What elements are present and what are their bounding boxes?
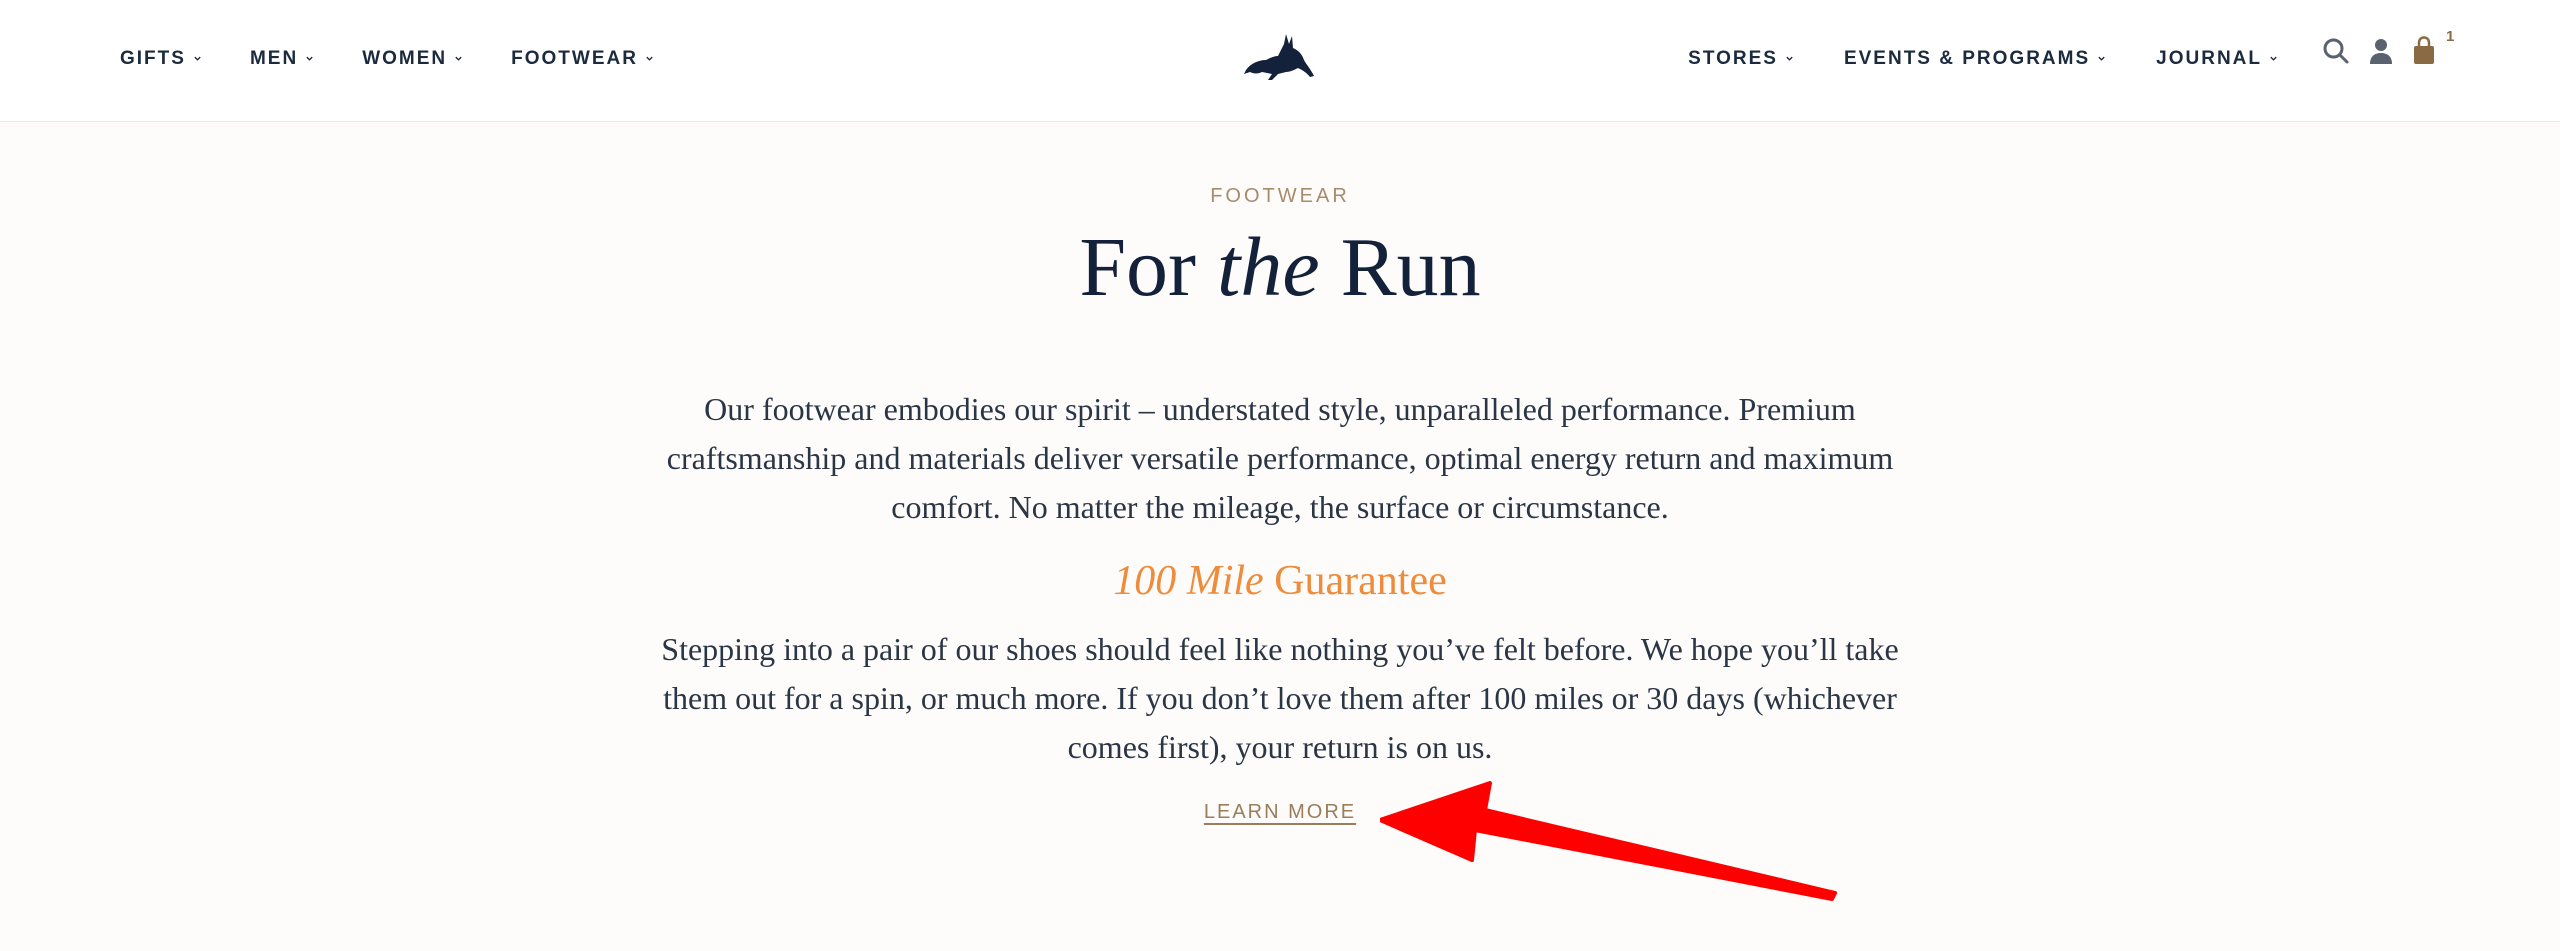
title-italic: the	[1217, 221, 1320, 314]
nav-journal-label: JOURNAL	[2156, 47, 2262, 69]
nav-stores[interactable]: STORES	[1688, 48, 1794, 70]
search-icon[interactable]	[2322, 37, 2350, 70]
chevron-down-icon	[646, 56, 653, 61]
title-part-1: For	[1079, 221, 1218, 314]
annotation-arrow-icon	[1380, 781, 1837, 901]
cart-count-badge: 1	[2446, 28, 2455, 45]
title-part-2: Run	[1319, 221, 1481, 314]
primary-nav-right: STORES EVENTS & PROGRAMS JOURNAL	[1688, 0, 2278, 117]
guarantee-italic: 100 Mile	[1113, 558, 1264, 604]
nav-footwear[interactable]: FOOTWEAR	[511, 48, 654, 70]
chevron-down-icon	[2098, 56, 2105, 61]
chevron-down-icon	[2270, 56, 2277, 61]
nav-footwear-label: FOOTWEAR	[511, 47, 638, 69]
chevron-down-icon	[194, 56, 201, 61]
learn-more-link[interactable]: LEARN MORE	[1180, 801, 1380, 824]
nav-men[interactable]: MEN	[250, 48, 314, 70]
nav-stores-label: STORES	[1688, 47, 1778, 69]
site-header: GIFTS MEN WOMEN FOOTWEAR STORES EVENTS &…	[0, 0, 2560, 122]
section-eyebrow: FOOTWEAR	[1210, 185, 1350, 207]
nav-women[interactable]: WOMEN	[362, 48, 463, 70]
chevron-down-icon	[455, 56, 462, 61]
guarantee-rest: Guarantee	[1263, 558, 1447, 604]
nav-gifts[interactable]: GIFTS	[120, 48, 202, 70]
nav-events-programs-label: EVENTS & PROGRAMS	[1843, 47, 2091, 69]
cart-icon[interactable]: 1	[2412, 28, 2454, 71]
nav-men-label: MEN	[249, 47, 299, 69]
guarantee-heading: 100 Mile Guarantee	[0, 557, 2560, 605]
account-icon[interactable]	[2368, 37, 2394, 70]
rabbit-logo[interactable]	[1240, 30, 1320, 86]
page-title: For the Run	[0, 226, 2560, 310]
chevron-down-icon	[1786, 56, 1793, 61]
header-icons: 1	[2322, 28, 2454, 71]
guarantee-paragraph: Stepping into a pair of our shoes should…	[661, 631, 1899, 765]
intro-paragraph: Our footwear embodies our spirit – under…	[666, 391, 1894, 525]
primary-nav-left: GIFTS MEN WOMEN FOOTWEAR	[120, 0, 654, 117]
nav-gifts-label: GIFTS	[120, 47, 186, 69]
nav-women-label: WOMEN	[362, 47, 448, 69]
nav-events-programs[interactable]: EVENTS & PROGRAMS	[1844, 48, 2106, 70]
nav-journal[interactable]: JOURNAL	[2156, 48, 2278, 70]
chevron-down-icon	[306, 56, 313, 61]
